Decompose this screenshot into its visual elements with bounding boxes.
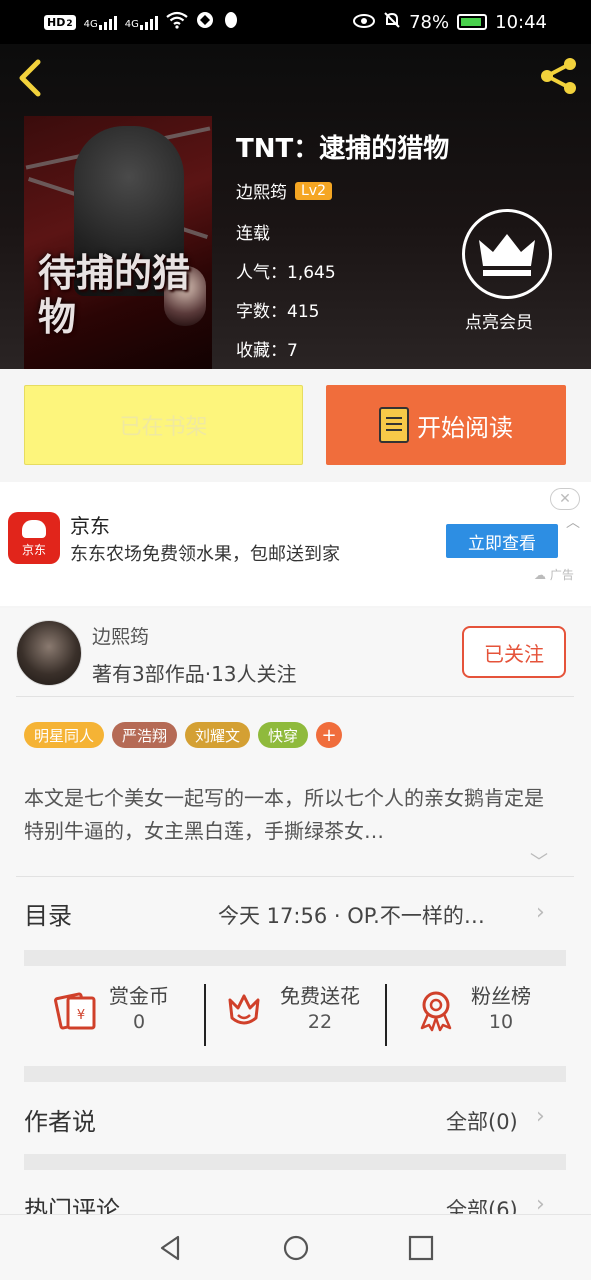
ad-cta-button[interactable]: 立即查看: [446, 524, 558, 558]
fan-rank-stat[interactable]: 粉丝榜 10: [464, 980, 538, 1033]
ad-mark: ☁ 广告: [534, 568, 574, 582]
word-count: 字数：415: [236, 302, 320, 322]
in-bookshelf-button[interactable]: 已在书架: [24, 385, 303, 465]
author-card-stats: 著有3部作品·13人关注: [92, 662, 297, 686]
hd-badge: HD2: [44, 14, 76, 30]
crown-icon: [479, 234, 535, 276]
popularity: 人气：1,645: [236, 263, 336, 283]
jd-logo-icon: 京东: [8, 512, 60, 564]
svg-text:¥: ¥: [77, 1008, 85, 1023]
back-button[interactable]: [14, 58, 50, 98]
latest-chapter: 今天 17:56 · OP.不一样的…: [218, 904, 485, 928]
divider: [204, 984, 206, 1046]
eye-icon: [353, 12, 376, 33]
add-tag-button[interactable]: +: [316, 722, 343, 748]
mute-bell-icon: [383, 11, 401, 34]
vip-label: 点亮会员: [465, 313, 533, 333]
divider: [16, 696, 574, 697]
author-row[interactable]: 边熙筠 Lv2: [236, 178, 332, 203]
level-badge: Lv2: [295, 181, 332, 200]
ad-close-icon[interactable]: ✕: [550, 488, 580, 510]
vip-button[interactable]: [462, 209, 552, 299]
system-nav-bar: [0, 1214, 591, 1280]
chevron-left-icon: [19, 59, 41, 97]
book-status: 连载: [236, 224, 270, 244]
back-nav-icon[interactable]: [156, 1233, 186, 1263]
author-card-name: 边熙筠: [92, 626, 150, 648]
free-flowers-stat[interactable]: 免费送花 22: [268, 980, 372, 1033]
tag-chip[interactable]: 快穿: [258, 722, 309, 748]
book-hero: 待捕的猎物 TNT：逮捕的猎物 边熙筠 Lv2 连载 人气：1,645 字数：4…: [0, 44, 591, 369]
share-button[interactable]: [537, 54, 581, 98]
book-title: TNT：逮捕的猎物: [236, 134, 450, 164]
book-cover[interactable]: 待捕的猎物: [24, 116, 212, 369]
signal-icon-2: 4G: [125, 14, 158, 30]
author-says-all: 全部(0): [446, 1110, 518, 1134]
chevron-down-icon[interactable]: ﹀: [530, 848, 548, 874]
chevron-right-icon: ›: [536, 1104, 545, 1129]
section-gap: [24, 1154, 566, 1170]
status-bar: HD2 4G 4G 78% 10:44: [0, 0, 591, 44]
battery-percent: 78%: [409, 11, 450, 33]
tag-list: 明星同人 严浩翔 刘耀文 快穿 +: [24, 722, 343, 748]
catalog-title: 目录: [24, 902, 72, 930]
clock: 10:44: [495, 11, 547, 33]
wifi-icon: [166, 11, 188, 34]
chevron-right-icon: ›: [536, 900, 545, 925]
favorites: 收藏：7: [236, 341, 298, 361]
section-gap: [24, 950, 566, 966]
author-name: 边熙筠: [236, 183, 287, 203]
book-icon: [379, 407, 409, 443]
home-nav-icon[interactable]: [281, 1233, 311, 1263]
chevron-up-icon[interactable]: ︿: [566, 512, 580, 532]
medal-icon: [420, 991, 452, 1032]
qq-icon: [222, 11, 240, 34]
reward-coins-stat[interactable]: 赏金币 0: [104, 980, 174, 1033]
recents-nav-icon[interactable]: [406, 1233, 436, 1263]
battery-icon: [457, 14, 488, 30]
divider: [385, 984, 387, 1046]
browser-icon: [196, 11, 214, 34]
red-envelope-icon: ¥: [54, 992, 96, 1030]
author-says-title: 作者说: [24, 1108, 96, 1136]
signal-icon: 4G: [84, 14, 117, 30]
start-reading-button[interactable]: 开始阅读: [326, 385, 566, 465]
divider: [16, 876, 574, 877]
cover-title: 待捕的猎物: [38, 250, 191, 339]
author-avatar[interactable]: [16, 620, 82, 686]
flower-icon: [228, 994, 260, 1025]
tag-chip[interactable]: 明星同人: [24, 722, 105, 748]
book-description[interactable]: 本文是七个美女一起写的一本，所以七个人的亲女鹅肯定是特别牛逼的，女主黑白莲，手撕…: [24, 782, 544, 848]
ad-banner[interactable]: 京东 京东 东东农场免费领水果，包邮送到家 立即查看 ✕ ︿ ☁ 广告: [0, 482, 591, 606]
tag-chip[interactable]: 严浩翔: [112, 722, 178, 748]
follow-button[interactable]: 已关注: [462, 626, 566, 678]
ad-description: 东东农场免费领水果，包邮送到家: [70, 544, 340, 565]
start-reading-label: 开始阅读: [417, 413, 513, 442]
ad-title: 京东: [70, 514, 110, 538]
tag-chip[interactable]: 刘耀文: [185, 722, 251, 748]
section-gap: [24, 1066, 566, 1082]
share-icon: [541, 58, 576, 94]
book-details-panel: 边熙筠 著有3部作品·13人关注 已关注 明星同人 严浩翔 刘耀文 快穿 + 本文是七个…: [0, 608, 591, 1224]
